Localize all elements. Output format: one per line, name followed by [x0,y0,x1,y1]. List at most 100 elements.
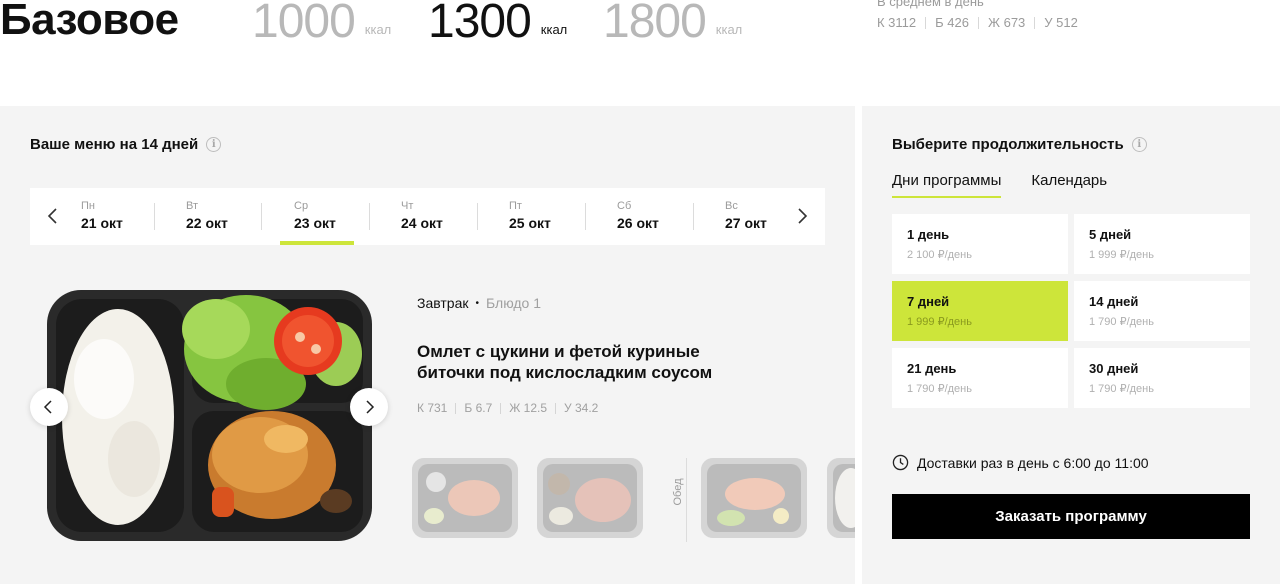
divider [154,203,155,230]
calorie-unit: ккал [364,22,392,37]
dish-name: Омлет с цукини и фетой куриные биточки п… [417,342,713,382]
calorie-option-1800[interactable]: 1800 ккал [603,0,742,50]
average-label: В среднем в день [877,0,984,9]
divider [585,203,586,230]
day-date: 24 окт [401,215,443,231]
macro-carbs: У 512 [1044,15,1078,30]
dish-thumbnail[interactable] [827,458,855,538]
duration-price: 1 999 ₽/день [907,316,972,328]
info-icon[interactable] [206,137,222,152]
macro-protein: Б 426 [935,15,969,30]
day-weekday: Ср [294,200,309,212]
calorie-value: 1800 [603,0,707,48]
day-date: 26 окт [617,215,659,231]
macro-carbs: У 34.2 [564,401,599,415]
meal-type: Завтрак [417,295,469,311]
chevron-right-icon[interactable] [792,206,812,226]
duration-price: 1 790 ₽/день [907,383,972,395]
macro-calories: К 3112 [877,15,917,30]
lunch-label: Обед [672,478,684,506]
calorie-value: 1000 [252,0,356,48]
day-weekday: Чт [401,200,414,212]
duration-option-1[interactable]: 1 день 2 100 ₽/день [892,214,1068,274]
duration-price: 2 100 ₽/день [907,249,972,261]
macro-protein: Б 6.7 [464,401,493,415]
day-weekday: Пт [509,200,522,212]
day-tab-tue[interactable]: Вт 22 окт [186,188,286,245]
daily-average: В среднем в день К 3112 Б 426 Ж 673 У 51… [877,0,1078,30]
delivery-info: Доставки раз в день с 6:00 до 11:00 [892,454,1149,471]
duration-title-text: Выберите продолжительность [892,136,1124,153]
day-tab-mon[interactable]: Пн 21 окт [81,188,181,245]
macro-calories: К 731 [417,401,448,415]
duration-label: 14 дней [1089,294,1139,309]
delivery-text: Доставки раз в день с 6:00 до 11:00 [917,454,1149,471]
duration-label: 7 дней [907,294,950,309]
day-tab-wed[interactable]: Ср 23 окт [280,188,394,245]
duration-label: 30 дней [1089,361,1139,376]
divider [455,402,457,414]
photo-next-button[interactable] [350,388,388,426]
duration-option-5[interactable]: 5 дней 1 999 ₽/день [1074,214,1250,274]
chevron-left-icon[interactable] [43,206,63,226]
info-icon[interactable] [1131,137,1147,152]
duration-panel: Выберите продолжительность Дни программы… [862,106,1280,584]
calorie-option-1000[interactable]: 1000 ккал [252,0,391,50]
duration-label: 5 дней [1089,227,1132,242]
duration-option-7[interactable]: 7 дней 1 999 ₽/день [892,281,1068,341]
day-tab-fri[interactable]: Пт 25 окт [509,188,609,245]
bullet: • [475,297,479,309]
duration-price: 1 790 ₽/день [1089,316,1154,328]
chevron-left-icon [43,400,52,414]
day-weekday: Вт [186,200,199,212]
duration-label: 1 день [907,227,950,242]
average-macros: К 3112 Б 426 Ж 673 У 512 [877,15,1078,30]
divider [925,16,927,29]
macro-fat: Ж 12.5 [509,401,548,415]
day-date: 25 окт [509,215,551,231]
duration-price: 1 999 ₽/день [1089,249,1154,261]
divider [977,16,979,29]
day-date: 23 окт [294,215,336,231]
duration-option-14[interactable]: 14 дней 1 790 ₽/день [1074,281,1250,341]
day-selector: Пн 21 окт Вт 22 окт Ср 23 окт Чт 24 окт … [30,188,825,245]
tab-calendar[interactable]: Календарь [1031,172,1107,198]
divider [1034,16,1036,29]
macro-fat: Ж 673 [987,15,1026,30]
divider [693,203,694,230]
photo-prev-button[interactable] [30,388,68,426]
duration-option-30[interactable]: 30 дней 1 790 ₽/день [1074,348,1250,408]
day-date: 22 окт [186,215,228,231]
menu-title-text: Ваше меню на 14 дней [30,136,199,153]
divider [477,203,478,230]
duration-price: 1 790 ₽/день [1089,383,1154,395]
dish-number: Блюдо 1 [486,295,542,311]
tab-program-days[interactable]: Дни программы [892,172,1002,198]
duration-option-21[interactable]: 21 день 1 790 ₽/день [892,348,1068,408]
day-date: 21 окт [81,215,123,231]
day-weekday: Вс [725,200,738,212]
divider [369,203,370,230]
dish-thumbnail[interactable] [701,458,807,538]
menu-title: Ваше меню на 14 дней [30,136,222,153]
dish-macros: К 731 Б 6.7 Ж 12.5 У 34.2 [417,401,598,415]
divider [686,458,687,542]
dish-thumbnail[interactable] [412,458,518,538]
day-weekday: Сб [617,200,632,212]
menu-panel: Ваше меню на 14 дней Пн 21 окт Вт 22 окт… [0,106,855,584]
dish-photo [46,289,373,542]
day-date: 27 окт [725,215,767,231]
day-weekday: Пн [81,200,95,212]
dish-thumbnail[interactable] [537,458,643,538]
plan-title: Базовое [0,0,179,44]
duration-title: Выберите продолжительность [892,136,1147,153]
divider [555,402,557,414]
clock-icon [892,454,909,471]
day-tab-sat[interactable]: Сб 26 окт [617,188,717,245]
order-program-button[interactable]: Заказать программу [892,494,1250,539]
divider [500,402,502,414]
calorie-unit: ккал [540,22,568,37]
day-tab-thu[interactable]: Чт 24 окт [401,188,501,245]
chevron-right-icon [366,400,375,414]
calorie-option-1300[interactable]: 1300 ккал [428,0,567,50]
